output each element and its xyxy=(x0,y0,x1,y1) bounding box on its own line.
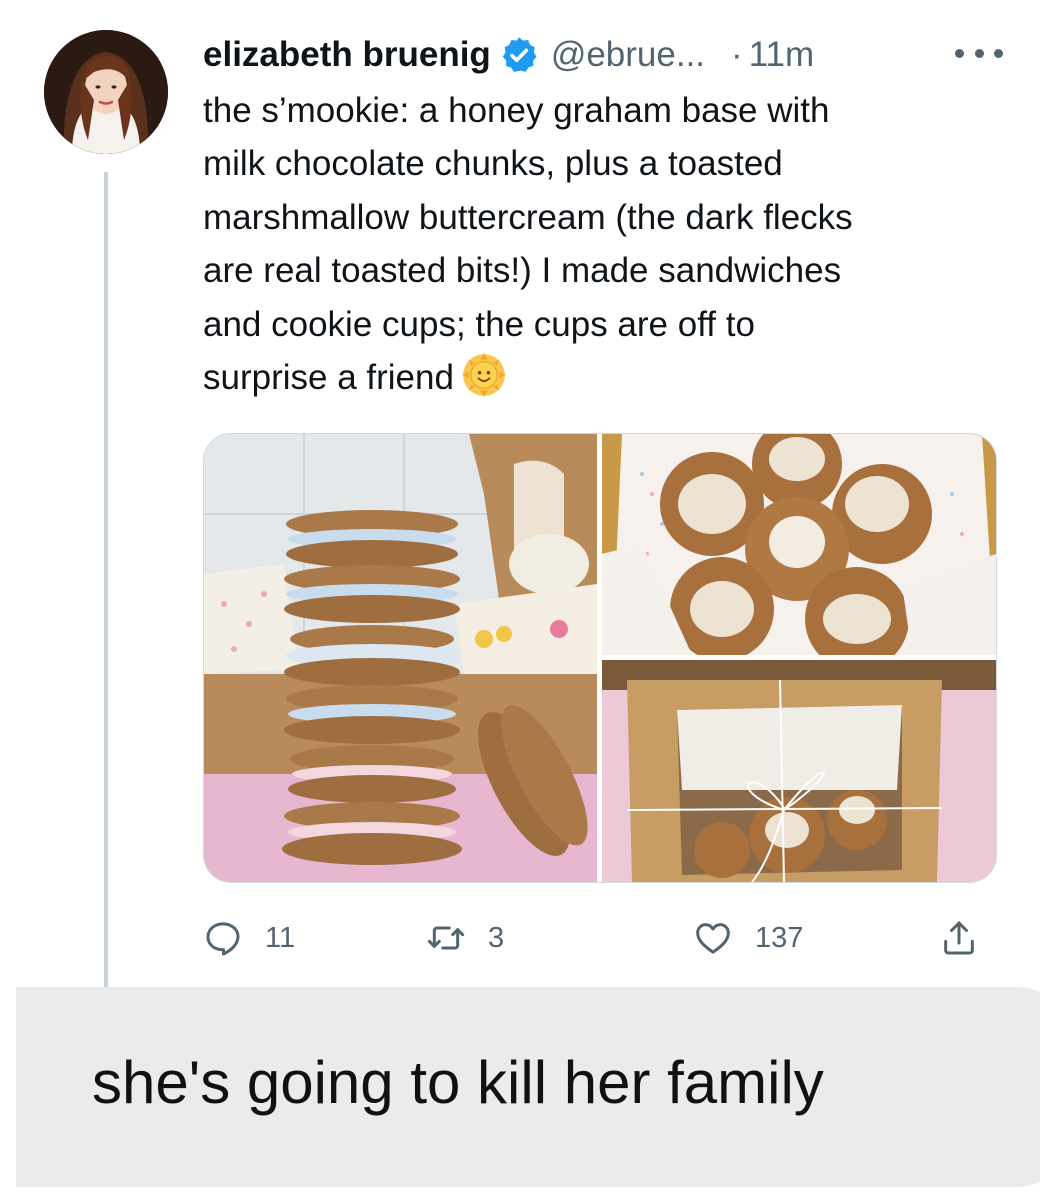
retweet-count: 3 xyxy=(488,921,505,954)
thread-line xyxy=(104,172,108,987)
tweet-timestamp[interactable]: 11m xyxy=(749,35,815,75)
tweet-text-line: the s’mookie: a honey graham base with xyxy=(203,91,830,130)
tweet-text-line-content: surprise a friend xyxy=(203,358,454,398)
profile-photo xyxy=(44,30,168,154)
media-grid[interactable] xyxy=(203,433,997,883)
boxed-gift-image xyxy=(602,660,996,882)
reply-button[interactable]: 11 xyxy=(203,912,295,964)
tweet-text-line: are real toasted bits!) I made sandwiche… xyxy=(203,251,842,291)
tweet-actions: 11 3 137 xyxy=(203,912,1003,964)
cookie-cups-image xyxy=(602,434,996,655)
share-button[interactable] xyxy=(939,912,979,964)
reply-message-text: she's going to kill her family xyxy=(92,1049,824,1116)
retweet-button[interactable]: 3 xyxy=(426,912,504,964)
photo-cookie-cups[interactable] xyxy=(602,434,996,655)
photo-cookie-stack[interactable] xyxy=(204,434,597,882)
sun-with-face-emoji xyxy=(461,353,506,398)
separator-dot: · xyxy=(731,35,743,74)
tweet-text-line: marshmallow buttercream (the dark flecks xyxy=(203,197,853,237)
tweet-text-line: milk chocolate chunks, plus a toasted xyxy=(203,144,783,184)
reply-icon xyxy=(206,922,240,956)
reply-count: 11 xyxy=(265,921,296,954)
tweet-text-line: and cookie cups; the cups are off to xyxy=(203,304,755,344)
cookie-stack-image xyxy=(204,434,597,882)
like-count: 137 xyxy=(755,921,804,954)
share-icon xyxy=(944,921,974,955)
screenshot: elizabeth bruenig @ebrue... · 11m the s’… xyxy=(0,0,1040,1200)
avatar[interactable] xyxy=(44,30,168,154)
like-button[interactable]: 137 xyxy=(693,912,803,964)
tweet-text: the s’mookie: a honey graham base with m… xyxy=(203,84,983,404)
retweet-icon xyxy=(427,926,465,950)
author-display-name[interactable]: elizabeth bruenig xyxy=(203,35,491,75)
author-handle[interactable]: @ebrue... xyxy=(551,35,705,75)
heart-icon xyxy=(696,923,730,954)
more-horizontal-icon[interactable] xyxy=(955,38,1003,68)
tweet-text-line-last: surprise a friend xyxy=(203,351,983,404)
tweet-header: elizabeth bruenig @ebrue... · 11m xyxy=(203,32,1003,78)
photo-boxed-gift[interactable] xyxy=(602,660,996,882)
verified-badge-icon xyxy=(502,37,537,72)
